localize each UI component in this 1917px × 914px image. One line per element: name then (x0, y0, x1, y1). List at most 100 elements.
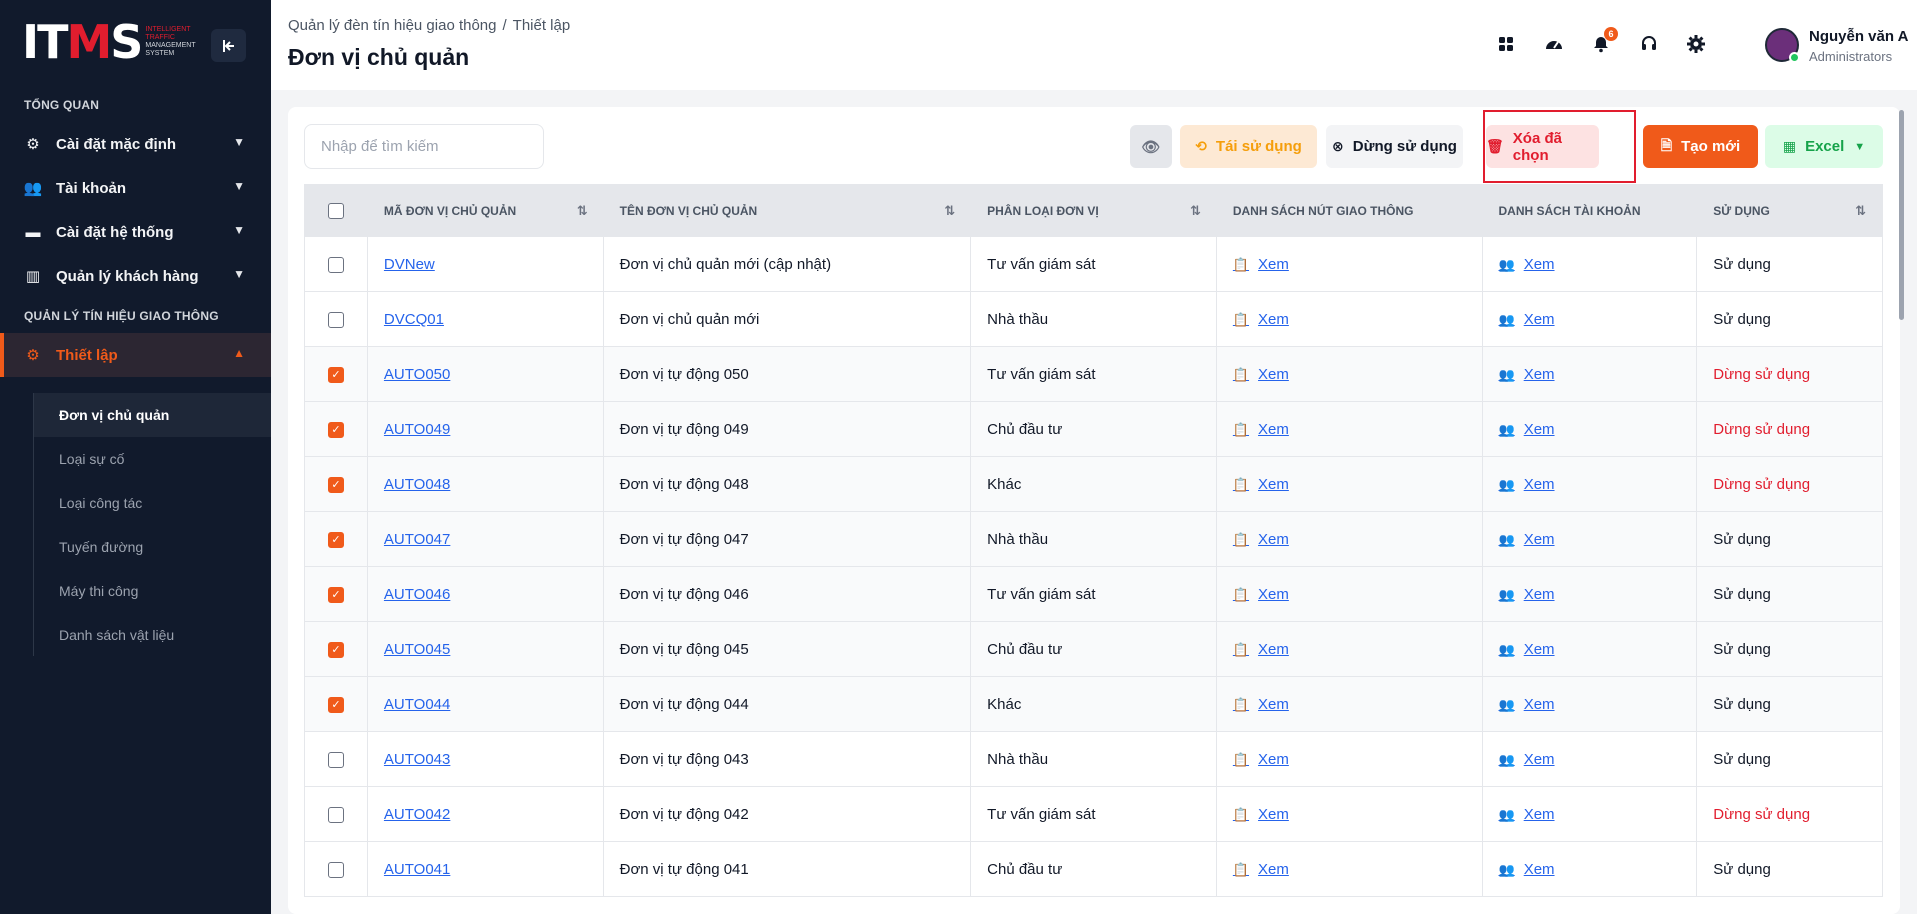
view-accounts-link[interactable]: 👥 Xem (1499, 311, 1555, 328)
header-name[interactable]: TÊN ĐƠN VỊ CHỦ QUẢN ⇅ (604, 185, 972, 236)
select-all-checkbox[interactable] (328, 202, 345, 219)
breadcrumb-current[interactable]: Thiết lập (513, 17, 571, 34)
view-intersections-link[interactable]: 📋 Xem (1233, 751, 1289, 768)
unit-code-link[interactable]: AUTO048 (384, 476, 450, 493)
settings-gear-icon[interactable] (1684, 32, 1708, 56)
table-row[interactable]: ✓ AUTO050 Đơn vị tự động 050 Tư vấn giám sá… (305, 346, 1882, 402)
submenu-item-incident-types[interactable]: Loại sự cố (34, 437, 271, 481)
unit-code-link[interactable]: DVCQ01 (384, 311, 444, 328)
view-accounts-link[interactable]: 👥 Xem (1499, 696, 1555, 713)
row-checkbox[interactable]: ✓ (327, 531, 344, 548)
reuse-button[interactable]: ⟲ Tái sử dụng (1180, 125, 1317, 168)
sidebar-item-default-settings[interactable]: ⚙ Cài đặt mặc định ▼ (0, 122, 271, 166)
table-row[interactable]: DVNew Đơn vị chủ quản mới (cập nhật) Tư vấ… (305, 236, 1882, 292)
view-intersections-link[interactable]: 📋 Xem (1233, 366, 1289, 383)
user-avatar[interactable] (1765, 28, 1800, 63)
toggle-columns-button[interactable]: 👁 (1130, 125, 1172, 168)
view-accounts-link[interactable]: 👥 Xem (1499, 256, 1555, 273)
dashboard-gauge-icon[interactable] (1542, 32, 1566, 56)
unit-code-link[interactable]: DVNew (384, 256, 435, 273)
view-accounts-link[interactable]: 👥 Xem (1499, 586, 1555, 603)
search-input[interactable] (304, 124, 544, 169)
view-accounts-link[interactable]: 👥 Xem (1499, 366, 1555, 383)
unit-code-link[interactable]: AUTO049 (384, 421, 450, 438)
view-accounts-link[interactable]: 👥 Xem (1499, 861, 1555, 878)
row-checkbox[interactable]: ✓ (327, 476, 344, 493)
accounts-cell: 👥 Xem (1483, 567, 1698, 622)
page-scrollbar[interactable] (1899, 110, 1904, 320)
view-intersections-link[interactable]: 📋 Xem (1233, 531, 1289, 548)
intersections-cell: 📋 Xem (1217, 787, 1483, 842)
name-cell: Đơn vị tự động 045 (604, 622, 972, 677)
sidebar-item-customers[interactable]: ▥ Quản lý khách hàng ▼ (0, 254, 271, 298)
row-checkbox[interactable] (327, 806, 344, 823)
sidebar-item-system-settings[interactable]: ▬ Cài đặt hệ thống ▼ (0, 210, 271, 254)
view-intersections-link[interactable]: 📋 Xem (1233, 421, 1289, 438)
submenu-item-work-types[interactable]: Loại công tác (34, 481, 271, 525)
table-row[interactable]: ✓ AUTO045 Đơn vị tự động 045 Chủ đầu tư 📋 Xem… (305, 621, 1882, 677)
unit-code-link[interactable]: AUTO043 (384, 751, 450, 768)
collapse-sidebar-button[interactable] (211, 29, 246, 62)
row-checkbox[interactable] (327, 311, 344, 328)
unit-code-link[interactable]: AUTO044 (384, 696, 450, 713)
unit-code-link[interactable]: AUTO041 (384, 861, 450, 878)
row-checkbox[interactable] (327, 861, 344, 878)
unit-code-link[interactable]: AUTO042 (384, 806, 450, 823)
row-checkbox[interactable]: ✓ (327, 366, 344, 383)
row-checkbox[interactable]: ✓ (327, 586, 344, 603)
row-checkbox[interactable]: ✓ (327, 696, 344, 713)
table-row[interactable]: ✓ AUTO049 Đơn vị tự động 049 Chủ đầu tư 📋 Xem… (305, 401, 1882, 457)
table-row[interactable]: ✓ AUTO047 Đơn vị tự động 047 Nhà thầu 📋 Xem 👥 X… (305, 511, 1882, 567)
apps-grid-icon[interactable] (1494, 32, 1518, 56)
submenu-item-owner-units[interactable]: Đơn vị chủ quản (34, 393, 271, 437)
view-accounts-link[interactable]: 👥 Xem (1499, 751, 1555, 768)
sidebar-item-accounts[interactable]: 👥 Tài khoản ▼ (0, 166, 271, 210)
row-checkbox[interactable]: ✓ (327, 421, 344, 438)
submenu-item-materials[interactable]: Danh sách vật liệu (34, 613, 271, 657)
view-accounts-link[interactable]: 👥 Xem (1499, 421, 1555, 438)
header-code[interactable]: MÃ ĐƠN VỊ CHỦ QUẢN ⇅ (368, 185, 604, 236)
unit-code-link[interactable]: AUTO047 (384, 531, 450, 548)
view-intersections-link[interactable]: 📋 Xem (1233, 861, 1289, 878)
view-accounts-link[interactable]: 👥 Xem (1499, 531, 1555, 548)
table-row[interactable]: DVCQ01 Đơn vị chủ quản mới Nhà thầu 📋 Xem 👥 Xe… (305, 291, 1882, 347)
view-intersections-link[interactable]: 📋 Xem (1233, 586, 1289, 603)
table-row[interactable]: AUTO042 Đơn vị tự động 042 Tư vấn giám sát… (305, 786, 1882, 842)
create-new-button[interactable]: 🗎 Tạo mới (1643, 125, 1758, 168)
view-accounts-link[interactable]: 👥 Xem (1499, 476, 1555, 493)
table-row[interactable]: ✓ AUTO046 Đơn vị tự động 046 Tư vấn giám sá… (305, 566, 1882, 622)
unit-code-link[interactable]: AUTO045 (384, 641, 450, 658)
delete-selected-button[interactable]: 🗑 Xóa đã chọn (1486, 125, 1599, 168)
view-intersections-link[interactable]: 📋 Xem (1233, 256, 1289, 273)
row-checkbox[interactable]: ✓ (327, 641, 344, 658)
submenu-item-machines[interactable]: Máy thi công (34, 569, 271, 613)
row-checkbox[interactable] (327, 256, 344, 273)
user-name[interactable]: Nguyễn văn A (1809, 28, 1908, 45)
view-intersections-link[interactable]: 📋 Xem (1233, 696, 1289, 713)
view-accounts-link[interactable]: 👥 Xem (1499, 641, 1555, 658)
header-status[interactable]: SỬ DỤNG ⇅ (1697, 185, 1882, 236)
table-row[interactable]: AUTO041 Đơn vị tự động 041 Chủ đầu tư 📋 Xem 👥… (305, 841, 1882, 897)
unit-code-link[interactable]: AUTO046 (384, 586, 450, 603)
type-cell: Chủ đầu tư (971, 622, 1217, 677)
notification-bell-icon[interactable]: 6 (1589, 27, 1618, 56)
view-intersections-link[interactable]: 📋 Xem (1233, 476, 1289, 493)
row-checkbox[interactable] (327, 751, 344, 768)
view-accounts-link[interactable]: 👥 Xem (1499, 806, 1555, 823)
submenu-item-routes[interactable]: Tuyến đường (34, 525, 271, 569)
headset-support-icon[interactable] (1637, 32, 1661, 56)
table-row[interactable]: ✓ AUTO044 Đơn vị tự động 044 Khác 📋 Xem 👥 Xem Sử… (305, 676, 1882, 732)
view-intersections-link[interactable]: 📋 Xem (1233, 311, 1289, 328)
excel-export-button[interactable]: ▦ Excel ▼ (1765, 125, 1883, 168)
users-icon: 👥 (23, 180, 43, 197)
view-intersections-link[interactable]: 📋 Xem (1233, 806, 1289, 823)
table-row[interactable]: ✓ AUTO048 Đơn vị tự động 048 Khác 📋 Xem 👥 Xem Dừ… (305, 456, 1882, 512)
stop-using-button[interactable]: ⊗ Dừng sử dụng (1326, 125, 1463, 168)
view-intersections-link[interactable]: 📋 Xem (1233, 641, 1289, 658)
header-type[interactable]: PHÂN LOẠI ĐƠN VỊ ⇅ (971, 185, 1217, 236)
view-label: Xem (1523, 806, 1555, 823)
breadcrumb-root[interactable]: Quản lý đèn tín hiệu giao thông (288, 17, 497, 34)
sidebar-item-setup[interactable]: ⚙ Thiết lập ▲ (0, 333, 271, 377)
table-row[interactable]: AUTO043 Đơn vị tự động 043 Nhà thầu 📋 Xem 👥 Xe… (305, 731, 1882, 787)
unit-code-link[interactable]: AUTO050 (384, 366, 450, 383)
